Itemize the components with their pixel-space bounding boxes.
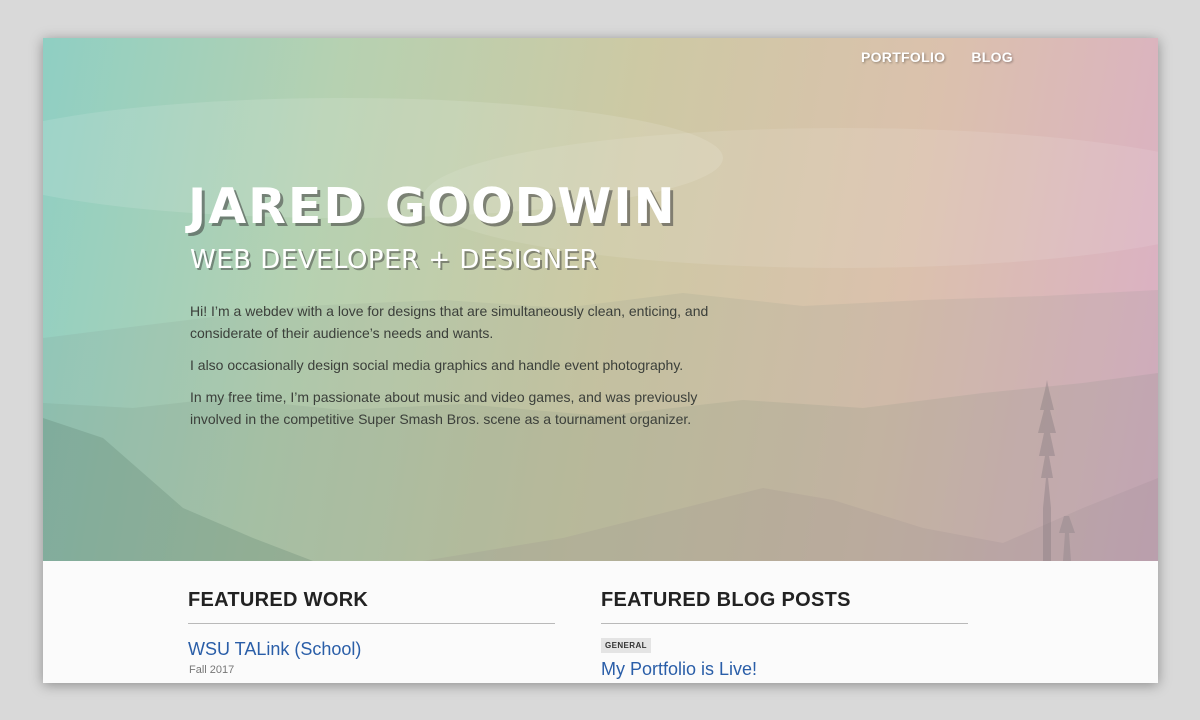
- main-nav: PORTFOLIO BLOG: [861, 49, 1013, 65]
- site-owner-name: JARED GOODWIN: [188, 178, 677, 235]
- bio-text: Hi! I’m a webdev with a love for designs…: [190, 300, 750, 440]
- nav-portfolio-link[interactable]: PORTFOLIO: [861, 49, 945, 65]
- hero-subtitle: WEB DEVELOPER + DESIGNER: [190, 245, 599, 275]
- blog-category-tag[interactable]: GENERAL: [601, 638, 651, 653]
- bio-paragraph: In my free time, I’m passionate about mu…: [190, 389, 698, 427]
- featured-work-heading: FEATURED WORK: [188, 589, 369, 611]
- hero-section: PORTFOLIO BLOG JARED GOODWIN WEB DEVELOP…: [43, 38, 1158, 561]
- featured-work-divider: [188, 623, 555, 624]
- blog-post-link[interactable]: My Portfolio is Live!: [601, 659, 757, 680]
- bio-paragraph: Hi! I’m a webdev with a love for designs…: [190, 303, 709, 341]
- featured-work-link[interactable]: WSU TALink (School): [188, 639, 361, 660]
- featured-blog-divider: [601, 623, 968, 624]
- nav-blog-link[interactable]: BLOG: [971, 49, 1013, 65]
- bio-paragraph: I also occasionally design social media …: [190, 357, 684, 373]
- browser-viewport: PORTFOLIO BLOG JARED GOODWIN WEB DEVELOP…: [43, 38, 1158, 683]
- featured-work-date: Fall 2017: [189, 664, 235, 676]
- featured-blog-heading: FEATURED BLOG POSTS: [601, 589, 851, 611]
